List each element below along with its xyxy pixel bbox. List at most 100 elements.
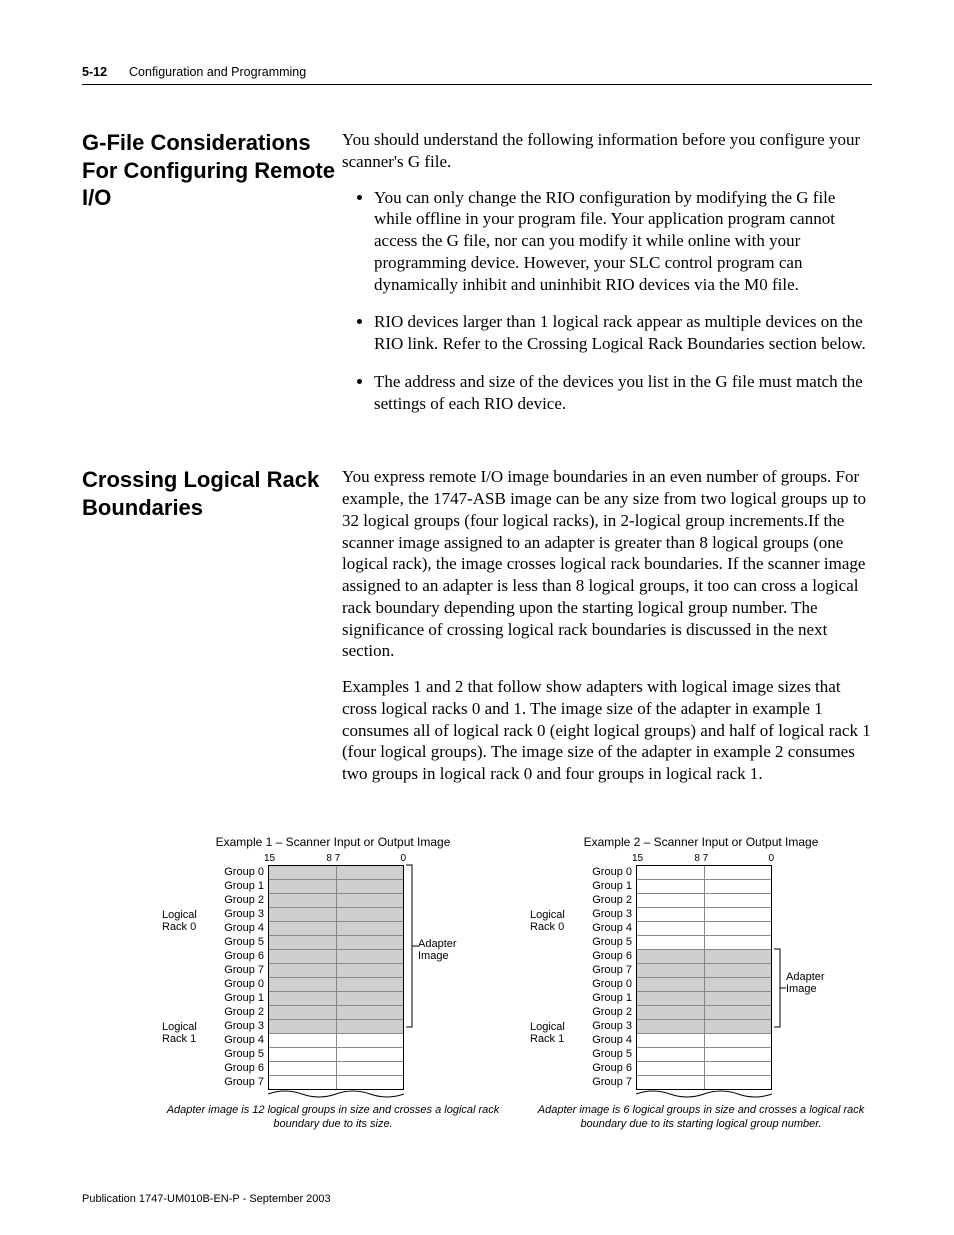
group-label: Group 0: [212, 977, 264, 991]
group-label: Group 0: [580, 865, 632, 879]
grid-row: [637, 963, 771, 977]
group-label: Group 0: [212, 865, 264, 879]
grid-row: [269, 921, 403, 935]
diagrams-row: Example 1 – Scanner Input or Output Imag…: [82, 835, 872, 1132]
grid-row: [269, 893, 403, 907]
diagram-example-2: Example 2 – Scanner Input or Output Imag…: [530, 835, 872, 1132]
grid-row: [269, 935, 403, 949]
bit-axis: 15 8 7 0: [636, 853, 772, 865]
adapter-image-label: Adapter Image: [786, 971, 834, 995]
bullet-list: You can only change the RIO configuratio…: [346, 187, 872, 415]
grid-row: [637, 991, 771, 1005]
grid-row: [269, 879, 403, 893]
grid-row: [269, 963, 403, 977]
group-labels-col: Group 0Group 1Group 2Group 3Group 4Group…: [580, 853, 636, 1089]
list-item: RIO devices larger than 1 logical rack a…: [374, 311, 872, 355]
diagram-title: Example 1 – Scanner Input or Output Imag…: [162, 835, 504, 849]
group-label: Group 7: [580, 1075, 632, 1089]
section-body-crossing: You express remote I/O image boundaries …: [342, 466, 872, 799]
bit-label-87: 8 7: [323, 853, 343, 864]
tear-line-icon: [636, 1090, 772, 1098]
group-label: Group 1: [212, 991, 264, 1005]
adapter-image-label: Adapter Image: [418, 938, 466, 962]
bit-axis: 15 8 7 0: [268, 853, 404, 865]
publication-footer: Publication 1747-UM010B-EN-P - September…: [82, 1193, 331, 1205]
group-label: Group 2: [212, 1005, 264, 1019]
grid-row: [269, 949, 403, 963]
bit-label-15: 15: [632, 853, 643, 864]
grid-row: [269, 866, 403, 879]
group-labels-col: Group 0Group 1Group 2Group 3Group 4Group…: [212, 853, 268, 1089]
grid-row: [637, 1033, 771, 1047]
rack-label: Logical Rack 1: [162, 1021, 212, 1045]
group-label: Group 0: [580, 977, 632, 991]
group-label: Group 6: [580, 949, 632, 963]
body-paragraph: You express remote I/O image boundaries …: [342, 466, 872, 662]
group-label: Group 3: [580, 907, 632, 921]
group-label: Group 4: [212, 1033, 264, 1047]
group-label: Group 6: [580, 1061, 632, 1075]
group-label: Group 5: [212, 935, 264, 949]
grid-row: [637, 1005, 771, 1019]
diagram-title: Example 2 – Scanner Input or Output Imag…: [530, 835, 872, 849]
group-label: Group 7: [212, 963, 264, 977]
grid-row: [637, 907, 771, 921]
list-item: The address and size of the devices you …: [374, 371, 872, 415]
intro-paragraph: You should understand the following info…: [342, 129, 872, 173]
list-item: You can only change the RIO configuratio…: [374, 187, 872, 296]
grid-row: [269, 991, 403, 1005]
grid-row: [637, 879, 771, 893]
grid-row: [269, 1005, 403, 1019]
rack-label: Logical Rack 0: [530, 909, 580, 933]
grid-row: [637, 1019, 771, 1033]
header-chapter-title: Configuration and Programming: [129, 65, 306, 79]
grid-row: [637, 893, 771, 907]
rack-labels-col: Logical Rack 0 Logical Rack 1: [162, 853, 212, 1089]
grid-row: [269, 1061, 403, 1075]
group-label: Group 3: [580, 1019, 632, 1033]
diagram-caption: Adapter image is 12 logical groups in si…: [162, 1104, 504, 1132]
group-label: Group 1: [580, 991, 632, 1005]
grid-row: [269, 1075, 403, 1089]
rack-label: Logical Rack 0: [162, 909, 212, 933]
group-label: Group 5: [212, 1047, 264, 1061]
memory-grid: [636, 865, 772, 1090]
grid-row: [269, 1033, 403, 1047]
group-label: Group 3: [212, 1019, 264, 1033]
section-body-gfile: You should understand the following info…: [342, 129, 872, 430]
group-label: Group 3: [212, 907, 264, 921]
grid-row: [637, 921, 771, 935]
group-label: Group 7: [580, 963, 632, 977]
group-label: Group 5: [580, 1047, 632, 1061]
page-header: 5-12 Configuration and Programming: [82, 65, 872, 85]
grid-row: [269, 1019, 403, 1033]
bit-label-87: 8 7: [691, 853, 711, 864]
grid-row: [637, 935, 771, 949]
group-label: Group 4: [580, 921, 632, 935]
diagram-caption: Adapter image is 6 logical groups in siz…: [530, 1104, 872, 1132]
group-label: Group 4: [212, 921, 264, 935]
grid-row: [269, 977, 403, 991]
grid-row: [269, 1047, 403, 1061]
group-label: Group 1: [580, 879, 632, 893]
grid-row: [637, 1061, 771, 1075]
group-label: Group 6: [212, 1061, 264, 1075]
page-number: 5-12: [82, 65, 107, 79]
grid-row: [637, 977, 771, 991]
diagram-example-1: Example 1 – Scanner Input or Output Imag…: [82, 835, 504, 1132]
grid-row: [269, 907, 403, 921]
grid-row: [637, 1075, 771, 1089]
rack-label: Logical Rack 1: [530, 1021, 580, 1045]
grid-row: [637, 866, 771, 879]
group-label: Group 2: [212, 893, 264, 907]
section-heading-gfile: G-File Considerations For Configuring Re…: [82, 129, 342, 430]
grid-row: [637, 949, 771, 963]
tear-line-icon: [268, 1090, 404, 1098]
body-paragraph: Examples 1 and 2 that follow show adapte…: [342, 676, 872, 785]
bit-label-15: 15: [264, 853, 275, 864]
group-label: Group 7: [212, 1075, 264, 1089]
section-crossing: Crossing Logical Rack Boundaries You exp…: [82, 466, 872, 799]
memory-grid: [268, 865, 404, 1090]
grid-row: [637, 1047, 771, 1061]
section-gfile: G-File Considerations For Configuring Re…: [82, 129, 872, 430]
